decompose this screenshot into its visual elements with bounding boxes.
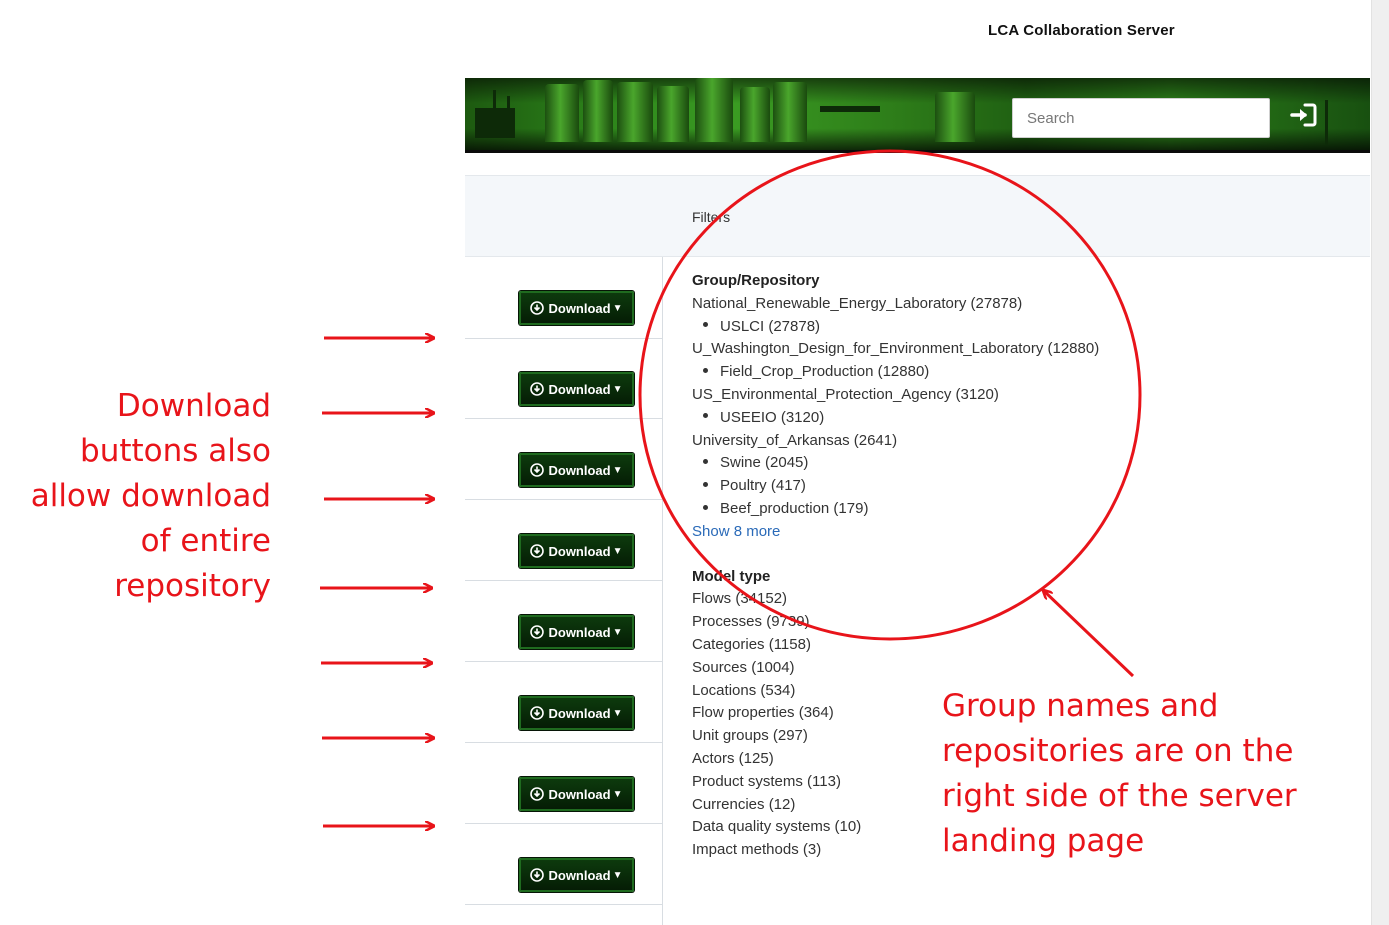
repository-item[interactable]: Field_Crop_Production (12880)	[692, 361, 1152, 384]
sign-in-icon	[1290, 103, 1317, 127]
download-button[interactable]: Download ▼	[519, 534, 634, 568]
row-divider	[465, 338, 663, 339]
circle-arrow-down-icon	[530, 787, 545, 801]
row-divider	[465, 418, 663, 419]
circle-arrow-down-icon	[530, 625, 545, 639]
filters-title: Filters	[692, 209, 731, 225]
show-more-link[interactable]: Show 8 more	[692, 521, 1152, 544]
download-button[interactable]: Download ▼	[519, 858, 634, 892]
model-type-item[interactable]: Categories (1158)	[692, 634, 1152, 657]
row-divider	[465, 661, 663, 662]
download-label: Download	[548, 624, 611, 640]
download-button[interactable]: Download ▼	[519, 777, 634, 811]
repository-label: Field_Crop_Production (12880)	[720, 363, 930, 381]
repository-item[interactable]: USLCI (27878)	[692, 316, 1152, 339]
download-label: Download	[548, 867, 611, 883]
caret-down-icon: ▼	[612, 707, 623, 719]
group-repository-heading: Group/Repository	[692, 272, 820, 289]
circle-arrow-down-icon	[530, 463, 545, 477]
repository-item[interactable]: Poultry (417)	[692, 475, 1152, 498]
repository-item[interactable]: Swine (2045)	[692, 452, 1152, 475]
app-title: LCA Collaboration Server	[988, 22, 1175, 39]
repository-label: Beef_production (179)	[720, 499, 869, 517]
caret-down-icon: ▼	[612, 302, 623, 314]
circle-arrow-down-icon	[530, 868, 545, 882]
model-type-heading: Model type	[692, 567, 771, 585]
row-divider	[465, 580, 663, 581]
group-item[interactable]: University_of_Arkansas (2641)	[692, 430, 1152, 453]
filter-bar: Filters	[465, 175, 1370, 257]
download-button[interactable]: Download ▼	[519, 291, 634, 325]
annotation-right-text: Group names and repositories are on the …	[942, 688, 1297, 859]
download-label: Download	[548, 381, 611, 397]
group-item[interactable]: U_Washington_Design_for_Environment_Labo…	[692, 338, 1152, 361]
repository-item[interactable]: Beef_production (179)	[692, 498, 1152, 521]
repository-label: USEEIO (3120)	[720, 408, 825, 426]
download-button[interactable]: Download ▼	[519, 453, 634, 487]
search-box[interactable]	[1012, 98, 1270, 138]
caret-down-icon: ▼	[612, 626, 623, 638]
row-divider	[465, 742, 663, 743]
row-divider	[465, 904, 663, 905]
annotation-left-text: Download buttons also allow download of …	[30, 388, 271, 604]
login-button[interactable]	[1287, 98, 1321, 132]
header-banner	[465, 78, 1370, 153]
download-label: Download	[548, 786, 611, 802]
circle-arrow-down-icon	[530, 301, 545, 315]
download-button[interactable]: Download ▼	[519, 615, 634, 649]
page-scrollbar[interactable]	[1371, 0, 1389, 925]
circle-arrow-down-icon	[530, 544, 545, 558]
group-item[interactable]: National_Renewable_Energy_Laboratory (27…	[692, 293, 1152, 316]
download-button[interactable]: Download ▼	[519, 372, 634, 406]
download-label: Download	[548, 543, 611, 559]
caret-down-icon: ▼	[612, 545, 623, 557]
row-divider	[465, 499, 663, 500]
caret-down-icon: ▼	[612, 869, 623, 881]
download-button[interactable]: Download ▼	[519, 696, 634, 730]
row-divider	[465, 823, 663, 824]
model-type-item[interactable]: Flows (34152)	[692, 588, 1152, 611]
model-type-item[interactable]: Processes (9739)	[692, 611, 1152, 634]
download-label: Download	[548, 705, 611, 721]
repository-label: Swine (2045)	[720, 454, 809, 472]
circle-arrow-down-icon	[530, 382, 545, 396]
caret-down-icon: ▼	[612, 788, 623, 800]
group-item[interactable]: US_Environmental_Protection_Agency (3120…	[692, 384, 1152, 407]
caret-down-icon: ▼	[612, 383, 623, 395]
search-input[interactable]	[1013, 99, 1269, 137]
download-label: Download	[548, 300, 611, 316]
download-label: Download	[548, 462, 611, 478]
column-divider	[662, 257, 663, 925]
model-type-item[interactable]: Sources (1004)	[692, 657, 1152, 680]
repository-label: Poultry (417)	[720, 477, 806, 495]
repository-label: USLCI (27878)	[720, 317, 821, 335]
caret-down-icon: ▼	[612, 464, 623, 476]
repository-item[interactable]: USEEIO (3120)	[692, 407, 1152, 430]
circle-arrow-down-icon	[530, 706, 545, 720]
